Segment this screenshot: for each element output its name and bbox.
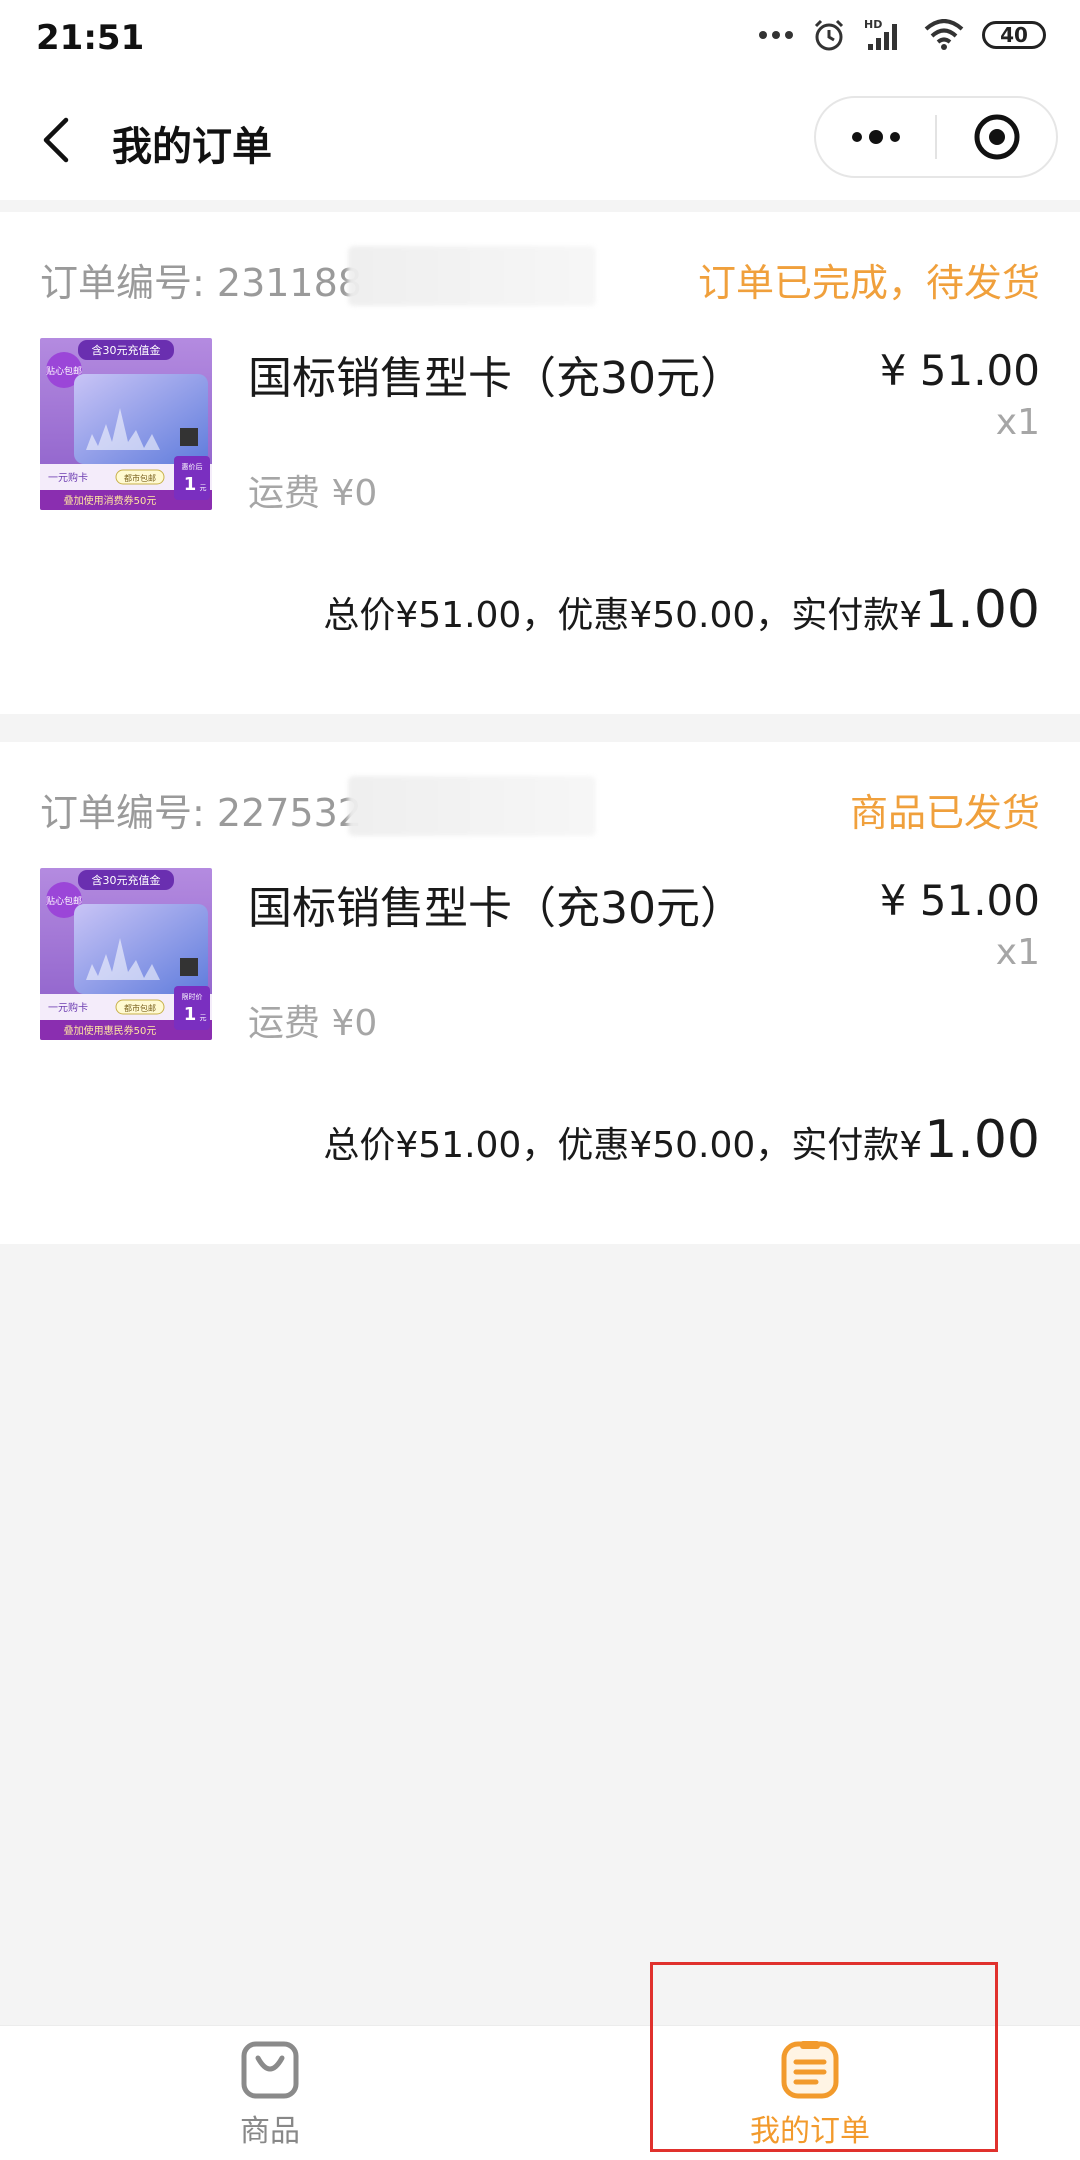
thumb-price-unit: 元 xyxy=(200,1014,207,1022)
nav-bar: 我的订单 xyxy=(0,80,1080,200)
product-quantity: x1 xyxy=(995,932,1040,973)
status-bar: 21:51 HD 40 xyxy=(0,0,1080,80)
thumb-price-value: 1 xyxy=(184,474,197,495)
tab-my-orders[interactable]: 我的订单 xyxy=(540,2026,1080,2160)
tab-products[interactable]: 商品 xyxy=(0,2026,540,2160)
order-number-value: 227532 xyxy=(216,791,362,835)
product-thumbnail[interactable]: 含30元充值金 贴心包邮 一元购卡 都市包邮 叠加使用惠民券50元 限时价 1 … xyxy=(40,868,212,1040)
thumb-tag: 都市包邮 xyxy=(124,473,156,483)
order-card[interactable]: 订单编号: 227532 商品已发货 含30元充值金 贴心包邮 一元购卡 都市包… xyxy=(0,742,1080,1244)
back-button[interactable] xyxy=(36,112,76,168)
thumb-bottom-banner: 叠加使用惠民券50元 xyxy=(64,1024,157,1037)
thumb-price-top: 限时价 xyxy=(182,992,203,1001)
shipping-fee: 运费 ¥0 xyxy=(248,473,378,514)
target-close-icon xyxy=(974,114,1019,160)
order-number: 订单编号: 227532 xyxy=(40,782,362,837)
order-list-icon xyxy=(781,2041,839,2099)
alarm-icon xyxy=(812,18,846,52)
order-number: 订单编号: 231188 xyxy=(40,252,362,307)
order-summary: 总价¥51.00，优惠¥50.00，实付款¥ 1.00 xyxy=(323,1110,1040,1170)
capsule-close-button[interactable] xyxy=(937,98,1056,176)
order-status: 商品已发货 xyxy=(849,791,1040,835)
order-number-redaction xyxy=(348,246,596,306)
bottom-tab-bar: 商品 我的订单 xyxy=(0,2025,1080,2160)
thumb-price-top: 惠价后 xyxy=(182,462,203,471)
paid-amount: 1.00 xyxy=(924,580,1040,640)
battery-icon: 40 xyxy=(982,21,1046,49)
thumb-tag: 都市包邮 xyxy=(124,1003,156,1013)
wifi-icon xyxy=(924,19,964,51)
product-name[interactable]: 国标销售型卡（充30元） xyxy=(248,872,744,936)
miniprogram-capsule xyxy=(814,96,1058,178)
status-time: 21:51 xyxy=(36,18,145,58)
capsule-more-button[interactable] xyxy=(816,98,935,176)
product-quantity: x1 xyxy=(995,402,1040,443)
order-number-label: 订单编号: xyxy=(40,791,205,835)
thumb-left-label: 一元购卡 xyxy=(48,1001,88,1014)
order-number-label: 订单编号: xyxy=(40,261,205,305)
product-price: ¥ 51.00 xyxy=(879,346,1040,395)
shipping-fee: 运费 ¥0 xyxy=(248,1003,378,1044)
network-label: HD xyxy=(864,18,882,31)
battery-level: 40 xyxy=(1000,23,1028,47)
product-thumbnail[interactable]: 含30元充值金 贴心包邮 一元购卡 都市包邮 叠加使用消费券50元 惠价后 1 … xyxy=(40,338,212,510)
order-list: 订单编号: 231188 订单已完成，待发货 含30元充值金 贴心包邮 一元购卡… xyxy=(0,212,1080,1272)
order-number-redaction xyxy=(348,776,596,836)
signal-icon: HD xyxy=(864,18,906,52)
order-summary: 总价¥51.00，优惠¥50.00，实付款¥ 1.00 xyxy=(323,580,1040,640)
summary-text: 总价¥51.00，优惠¥50.00，实付款¥ xyxy=(323,1125,923,1166)
thumb-price-value: 1 xyxy=(184,1004,197,1025)
order-status: 订单已完成，待发货 xyxy=(697,261,1040,305)
thumb-left-label: 一元购卡 xyxy=(48,471,88,484)
more-dots-icon xyxy=(758,29,794,41)
summary-text: 总价¥51.00，优惠¥50.00，实付款¥ xyxy=(323,595,923,636)
product-price: ¥ 51.00 xyxy=(879,876,1040,925)
thumb-price-unit: 元 xyxy=(200,484,207,492)
bag-icon xyxy=(241,2041,299,2099)
back-arrow-icon xyxy=(43,117,69,163)
order-card[interactable]: 订单编号: 231188 订单已完成，待发货 含30元充值金 贴心包邮 一元购卡… xyxy=(0,212,1080,714)
thumb-top-banner: 含30元充值金 xyxy=(92,343,161,357)
product-name[interactable]: 国标销售型卡（充30元） xyxy=(248,342,744,406)
page-title: 我的订单 xyxy=(112,124,272,170)
thumb-badge: 贴心包邮 xyxy=(46,365,82,377)
tab-label: 商品 xyxy=(240,2114,300,2149)
paid-amount: 1.00 xyxy=(924,1110,1040,1170)
status-icons: HD 40 xyxy=(758,18,1046,52)
thumb-top-banner: 含30元充值金 xyxy=(92,873,161,887)
order-number-value: 231188 xyxy=(216,261,362,305)
tab-label: 我的订单 xyxy=(750,2114,870,2149)
thumb-bottom-banner: 叠加使用消费券50元 xyxy=(64,494,157,507)
more-icon xyxy=(851,130,900,144)
thumb-badge: 贴心包邮 xyxy=(46,895,82,907)
